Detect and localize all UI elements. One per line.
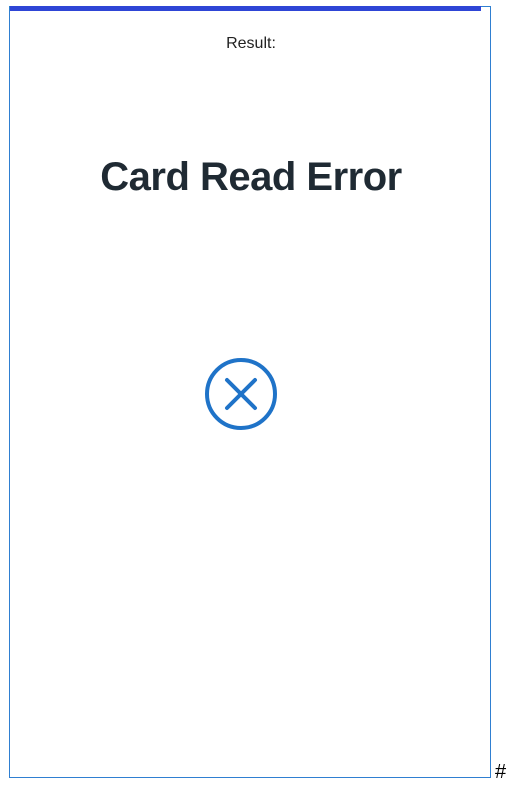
result-label: Result:: [226, 35, 276, 52]
top-accent-bar: [10, 6, 481, 11]
result-panel: Result: Card Read Error: [9, 6, 491, 778]
corner-hash-mark: #: [495, 761, 507, 783]
status-title: Card Read Error: [100, 155, 402, 199]
result-screen: Result: Card Read Error #: [0, 0, 510, 785]
close-circle-icon: [205, 358, 277, 430]
